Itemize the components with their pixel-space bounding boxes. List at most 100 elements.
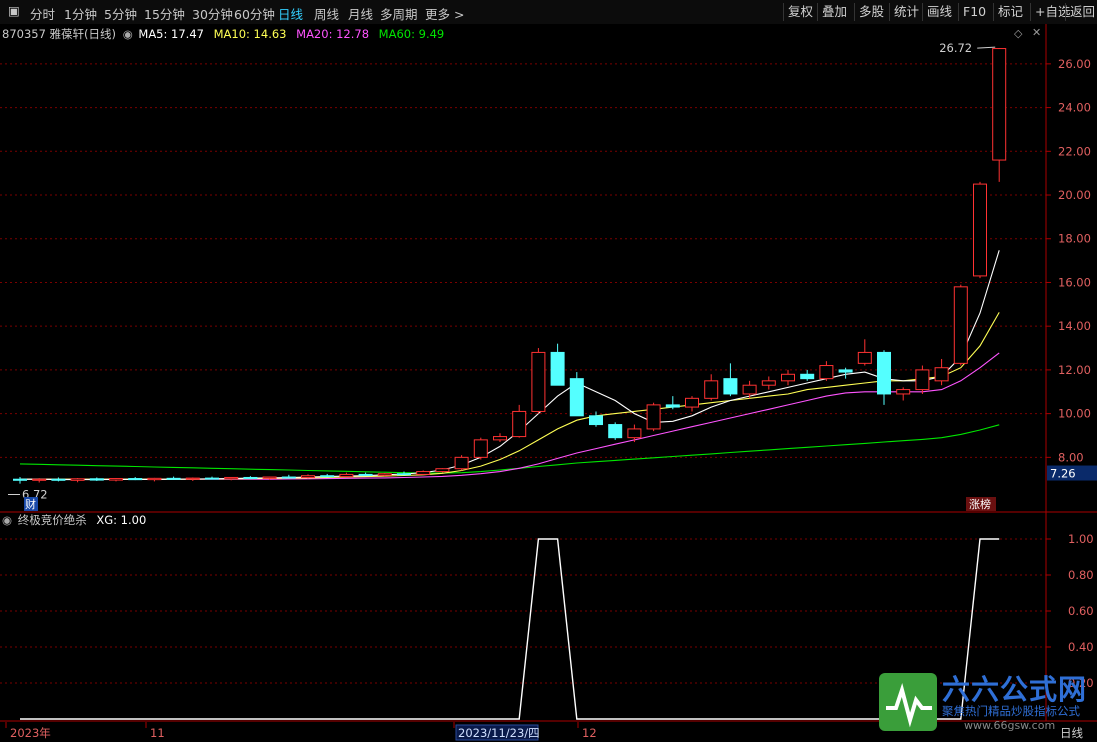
period-tab-6[interactable]: 日线 — [278, 4, 303, 23]
candle-body-1 — [32, 478, 47, 481]
toolbar-btn-4[interactable]: 画线 — [922, 3, 956, 21]
ytick-label-main-3: 20.00 — [1058, 188, 1091, 202]
ytick-label-ind-3: 0.40 — [1068, 640, 1094, 654]
ma20-label: MA20: 12.78 — [296, 27, 370, 41]
candle-body-13 — [262, 476, 277, 479]
ytick-label-main-7: 12.00 — [1058, 363, 1091, 377]
candle-body-45 — [877, 351, 891, 395]
candle-body-42 — [819, 365, 834, 380]
current-price-label: 7.26 — [1050, 467, 1076, 481]
candle-body-41 — [800, 373, 815, 380]
ytick-label-ind-2: 0.60 — [1068, 604, 1094, 618]
candle-body-22 — [435, 468, 450, 473]
candle-body-6 — [128, 478, 143, 481]
candle-body-49 — [953, 286, 968, 364]
candle-body-12 — [243, 476, 258, 479]
x-tick-label-0: 2023年 — [10, 726, 51, 740]
candle-body-25 — [493, 436, 507, 441]
ytick-label-ind-1: 0.80 — [1068, 568, 1094, 582]
ma60-label: MA60: 9.49 — [378, 27, 445, 41]
ytick-label-main-0: 26.00 — [1058, 57, 1091, 71]
candle-body-5 — [109, 478, 123, 481]
candle-body-32 — [627, 428, 642, 439]
zhang-tag: 涨榜 — [969, 497, 991, 511]
toolbar-btn-8[interactable]: 返回 — [1065, 3, 1097, 21]
candle-body-3 — [70, 478, 85, 481]
candle-body-7 — [147, 477, 162, 481]
candle-body-34 — [665, 404, 680, 408]
candle-body-28 — [550, 351, 565, 386]
period-tab-2[interactable]: 5分钟 — [104, 4, 137, 23]
period-tab-4[interactable]: 30分钟 — [192, 4, 233, 23]
ytick-label-main-8: 10.00 — [1058, 407, 1091, 421]
candle-body-35 — [685, 397, 699, 408]
candle-body-36 — [704, 380, 719, 399]
watermark-url: www.66gsw.com — [964, 719, 1056, 732]
kline-chart: 26.00 24.00 22.00 20.00 18.00 16.00 14.00 12.00… — [0, 24, 1097, 742]
candle-body-24 — [473, 439, 488, 458]
candle-body-2 — [51, 478, 66, 481]
candle-body-46 — [896, 389, 911, 395]
period-tab-10[interactable]: 更多 > — [425, 4, 464, 23]
candle-body-31 — [608, 424, 623, 439]
x-tick-label-1: 11 — [150, 726, 165, 740]
ytick-label-main-5: 16.00 — [1058, 275, 1091, 289]
period-tab-8[interactable]: 月线 — [348, 4, 373, 23]
candle-body-51 — [992, 48, 1007, 161]
ytick-label-main-1: 24.00 — [1058, 101, 1091, 115]
period-tab-3[interactable]: 15分钟 — [144, 4, 185, 23]
candle-body-47 — [915, 369, 930, 391]
toolbar-btn-6[interactable]: 标记 — [993, 3, 1027, 21]
period-tab-1[interactable]: 1分钟 — [64, 4, 97, 23]
toolbar-btn-3[interactable]: 统计 — [889, 3, 923, 21]
period-tab-0[interactable]: 分时 — [30, 4, 55, 23]
legend-main: 870357 雅葆轩(日线) ◉ MA5: 17.47 MA10: 14.63 … — [2, 26, 444, 42]
candle-body-8 — [166, 477, 181, 480]
watermark-slogan: 聚焦热门精品炒股指标公式 — [942, 704, 1080, 718]
ytick-label-main-2: 22.00 — [1058, 144, 1091, 158]
candle-body-30 — [589, 415, 603, 426]
candle-body-10 — [205, 477, 219, 480]
candle-body-21 — [416, 471, 431, 475]
legend-indicator: ◉ 终极竞价绝杀 XG: 1.00 — [2, 512, 146, 528]
diamond-icon[interactable]: ◇ — [1014, 27, 1022, 40]
period-tab-9[interactable]: 多周期 — [380, 4, 418, 23]
candle-body-37 — [723, 378, 738, 395]
ma10-label: MA10: 14.63 — [213, 27, 287, 41]
period-toolbar: 分时 1分钟 5分钟 15分钟 30分钟 60分钟 日线 周线 月线 多周期 更多 > 复权 叠加 多股统… — [0, 0, 1097, 25]
toolbar-btn-1[interactable]: 叠加 — [817, 3, 851, 21]
candle-body-38 — [742, 384, 757, 395]
toolbar-btn-0[interactable]: 复权 — [783, 3, 817, 21]
candle-body-18 — [358, 473, 373, 476]
ytick-label-main-6: 14.00 — [1058, 319, 1091, 333]
watermark-logo-icon — [879, 673, 937, 731]
toolbar-btn-2[interactable]: 多股 — [854, 3, 888, 21]
toolbar-btn-5[interactable]: F10 — [958, 3, 990, 21]
candle-body-14 — [281, 476, 296, 479]
x-tick-label-3: 12 — [582, 726, 597, 740]
close-icon[interactable]: ✕ — [1032, 26, 1041, 39]
indicator-ctl-icon[interactable]: ◉ — [2, 513, 12, 527]
legend-ctl-icon[interactable]: ◉ — [123, 27, 133, 41]
candle-body-29 — [569, 378, 584, 417]
chart-bg — [0, 24, 1097, 742]
candle-body-44 — [857, 351, 872, 364]
high-price-label: 26.72 — [939, 41, 972, 55]
candle-body-19 — [377, 473, 392, 476]
candle-body-0 — [13, 478, 27, 481]
period-tab-7[interactable]: 周线 — [314, 4, 339, 23]
candle-body-39 — [761, 380, 776, 386]
ytick-label-main-9: 8.00 — [1058, 450, 1084, 464]
window-icon[interactable]: ▣ — [8, 3, 20, 18]
candle-body-17 — [339, 473, 354, 478]
candle-body-27 — [531, 351, 546, 412]
candle-body-40 — [781, 373, 795, 382]
candle-body-50 — [973, 183, 987, 277]
candle-body-4 — [89, 478, 104, 481]
ytick-label-ind-0: 1.00 — [1068, 532, 1094, 546]
period-tab-5[interactable]: 60分钟 — [234, 4, 275, 23]
candle-body-9 — [185, 477, 200, 480]
candle-body-23 — [454, 456, 469, 470]
candle-body-11 — [224, 476, 239, 480]
candle-body-16 — [320, 475, 335, 478]
